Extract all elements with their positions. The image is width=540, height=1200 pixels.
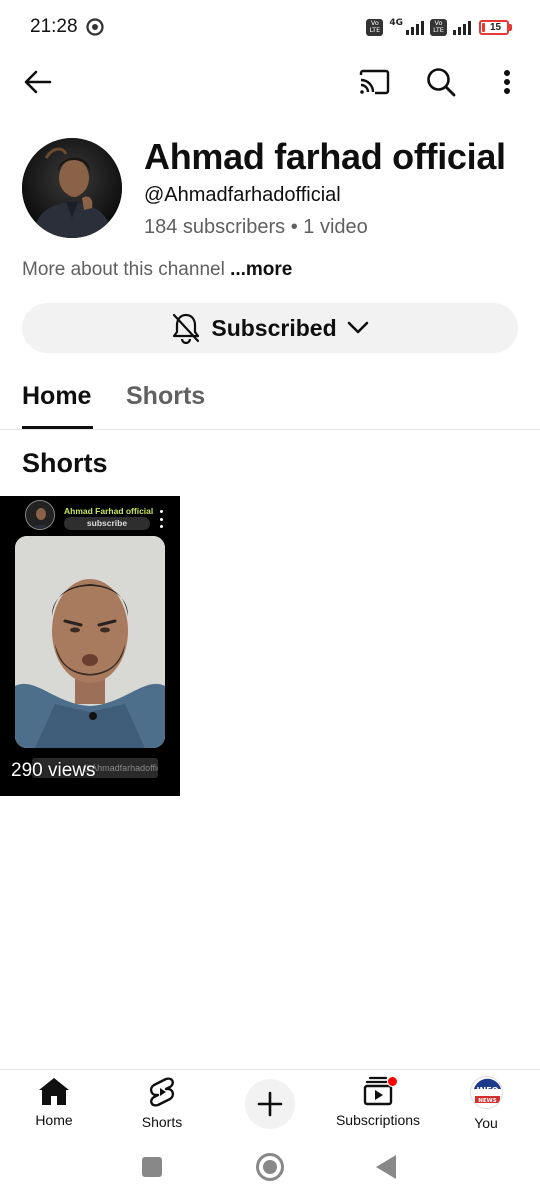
you-avatar-text: INFO — [476, 1086, 498, 1095]
channel-tabs: Home Shorts — [0, 368, 540, 430]
volte-icon: Vo LTE — [366, 18, 384, 36]
tab-shorts[interactable]: Shorts — [126, 382, 205, 411]
short-overlay-channel: Ahmad Farhad official — [64, 506, 154, 516]
you-avatar-sub: NEWS — [478, 1098, 496, 1104]
tab-home[interactable]: Home — [22, 382, 91, 411]
network-type: 4G — [389, 18, 403, 28]
battery-level: 15 — [490, 21, 502, 33]
nav-shorts[interactable]: Shorts — [132, 1076, 192, 1130]
notifications-off-icon — [173, 313, 200, 344]
short-photo — [15, 536, 165, 748]
subscribed-label: Subscribed — [211, 314, 337, 341]
more-vert-icon — [504, 70, 510, 94]
chevron-down-icon — [347, 321, 368, 334]
channel-avatar[interactable] — [22, 138, 122, 238]
subscribed-button[interactable]: Subscribed — [22, 303, 518, 353]
search-button[interactable] — [420, 64, 462, 100]
search-icon — [427, 68, 456, 97]
tab-home-indicator — [22, 426, 93, 429]
more-link[interactable]: ...more — [230, 259, 292, 280]
nav-you[interactable]: INFO NEWS You — [456, 1076, 516, 1131]
nav-you-label: You — [474, 1115, 498, 1131]
short-channel-avatar — [25, 500, 55, 530]
section-title: Shorts — [22, 448, 108, 478]
channel-about-text: More about this channel — [22, 259, 225, 280]
nav-home-label: Home — [35, 1112, 73, 1128]
short-thumbnail[interactable]: Ahmad Farhad official subscribe @Ahmadfa… — [0, 496, 180, 796]
signal-icon — [406, 19, 424, 35]
volte-icon-2: Vo LTE — [430, 18, 447, 36]
more-options-button[interactable] — [490, 64, 524, 100]
channel-name: Ahmad farhad official — [144, 136, 506, 177]
chrome-icon — [86, 18, 104, 36]
status-time: 21:28 — [30, 16, 78, 37]
short-overlay-subscribe: subscribe — [64, 517, 150, 530]
short-views: 290 views — [11, 760, 96, 781]
short-menu-icon — [156, 510, 166, 528]
channel-stats: 184 subscribers • 1 video — [144, 216, 368, 238]
cast-button[interactable] — [354, 64, 394, 100]
signal-icon-2 — [453, 19, 471, 35]
status-indicators: Vo LTE 4G Vo LTE 15 — [366, 16, 512, 38]
nav-home[interactable]: Home — [24, 1076, 84, 1128]
home-icon — [39, 1078, 69, 1105]
nav-shorts-label: Shorts — [141, 1114, 183, 1130]
system-navigation — [0, 1141, 540, 1200]
new-content-dot — [387, 1076, 398, 1087]
channel-about[interactable]: More about this channel ...more — [22, 259, 292, 281]
bottom-navigation: Home Shorts Subscriptions INFO NEWS You — [0, 1069, 540, 1141]
cast-icon — [359, 69, 390, 95]
plus-icon — [257, 1091, 283, 1117]
back-button[interactable] — [18, 64, 58, 100]
shorts-icon — [149, 1077, 175, 1107]
status-bar: 21:28 Vo LTE 4G Vo LTE 15 — [0, 0, 540, 56]
arrow-left-icon — [24, 70, 52, 94]
nav-subscriptions[interactable]: Subscriptions — [328, 1076, 428, 1128]
system-back-button[interactable] — [376, 1155, 396, 1179]
nav-subscriptions-label: Subscriptions — [335, 1112, 421, 1128]
recents-button[interactable] — [142, 1157, 162, 1177]
avatar-image — [22, 138, 122, 238]
you-avatar: INFO NEWS — [469, 1076, 503, 1109]
battery-icon: 15 — [477, 19, 512, 35]
system-home-button[interactable] — [256, 1153, 284, 1181]
top-app-bar — [0, 56, 540, 106]
create-button[interactable] — [245, 1079, 295, 1129]
channel-handle: @Ahmadfarhadofficial — [144, 184, 341, 206]
